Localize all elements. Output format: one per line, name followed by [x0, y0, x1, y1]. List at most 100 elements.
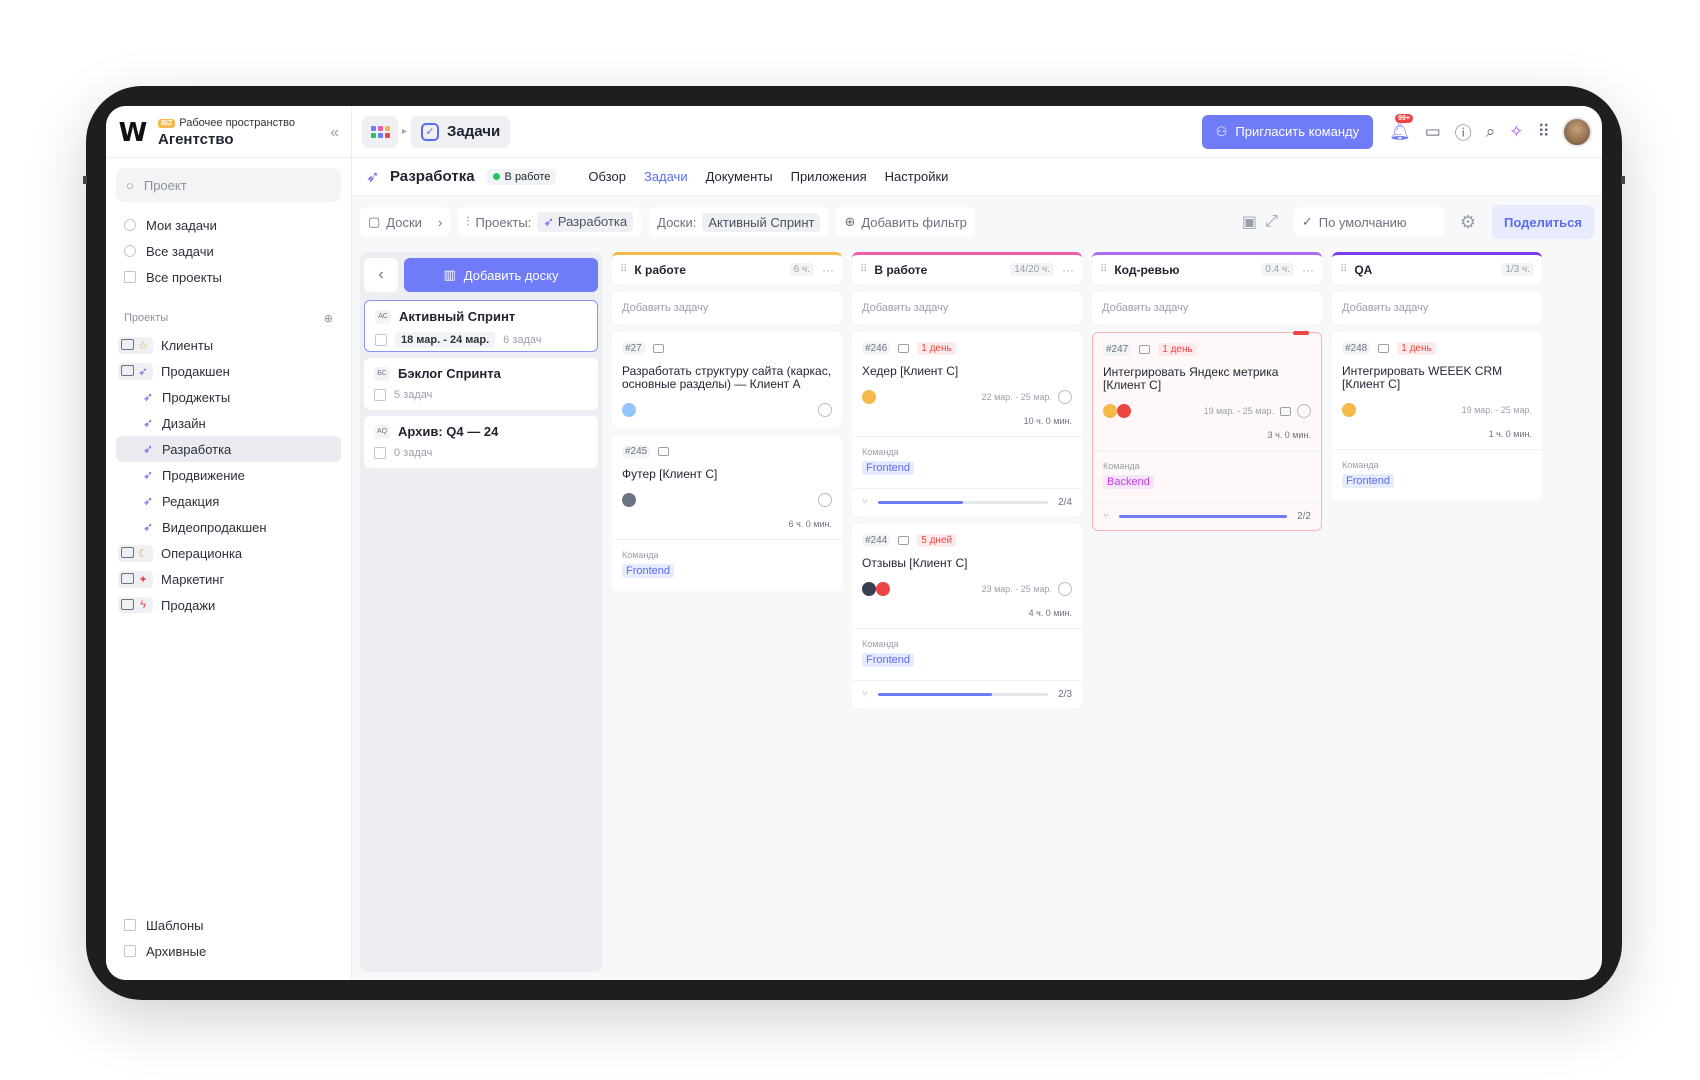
nav-my-tasks[interactable]: Мои задачи [106, 212, 351, 238]
tab-tasks[interactable]: Задачи [644, 169, 688, 184]
project-promotion[interactable]: ➶ Продвижение [106, 462, 351, 488]
fullscreen-icon[interactable]: ⤢ [1265, 213, 1278, 231]
settings-gear-icon[interactable]: ⚙ [1460, 212, 1476, 233]
add-task-button[interactable]: Добавить задачу [852, 292, 1082, 324]
tab-overview[interactable]: Обзор [588, 169, 626, 184]
task-card[interactable]: #244 5 дней Отзывы [Клиент С] 23 мар. - 2… [852, 524, 1082, 708]
nav-all-tasks[interactable]: Все задачи [106, 238, 351, 264]
project-header: ➶ Разработка В работе Обзор Задачи Докум… [352, 158, 1602, 196]
search-icon[interactable]: ⌕ [1486, 122, 1496, 142]
complete-checkbox[interactable] [1058, 390, 1072, 404]
help-icon[interactable]: ⓘ [1455, 119, 1472, 144]
complete-checkbox[interactable] [1058, 582, 1072, 596]
bell-icon[interactable]: 🔔︎ 99+ [1389, 113, 1413, 142]
more-icon[interactable]: ··· [1302, 263, 1314, 277]
column-name: К работе [634, 262, 686, 277]
project-video[interactable]: ➶ Видеопродакшен [106, 514, 351, 540]
nav-label: Все задачи [146, 243, 214, 259]
drag-handle-icon[interactable]: ⠿ [1100, 264, 1107, 275]
complete-checkbox[interactable] [1297, 404, 1311, 418]
board-card[interactable]: AQ Архив: Q4 — 24 0 задач [364, 416, 598, 468]
rocket-icon: ➶ [142, 520, 154, 534]
collapse-sidebar-icon[interactable]: « [330, 124, 339, 142]
tab-settings[interactable]: Настройки [885, 169, 949, 184]
more-icon[interactable]: ··· [822, 263, 834, 277]
folder-production[interactable]: ➶ Продакшен [106, 358, 351, 384]
add-task-button[interactable]: Добавить задачу [1332, 292, 1542, 324]
workspace-name: Агентство [158, 131, 234, 148]
nav-archived[interactable]: Архивные [106, 938, 351, 964]
team-tag: Frontend [1342, 474, 1395, 488]
add-filter-button[interactable]: ⊕ Добавить фильтр [836, 207, 975, 237]
task-card[interactable]: #27 Разработать структуру сайта (каркас,… [612, 332, 842, 427]
collapse-boards-button[interactable]: ‹ [364, 258, 398, 292]
tab-documents[interactable]: Документы [706, 169, 773, 184]
project-status-badge[interactable]: В работе [486, 168, 557, 185]
invite-team-button[interactable]: ⚇ Пригласить команду [1201, 114, 1374, 149]
kanban-column: ⠿ Код-ревью 0.4 ч. ··· Добавить задачу #247… [1092, 252, 1322, 972]
board-title: Бэклог Спринта [398, 366, 501, 381]
add-board-button[interactable]: ▥ Добавить доску [404, 258, 598, 292]
task-card[interactable]: #248 1 день Интегрировать WEEEK CRM [Клие… [1332, 332, 1542, 501]
folder-operations[interactable]: ☾ Операционка [106, 540, 351, 566]
apps-icon[interactable]: ⠿ [1538, 122, 1550, 142]
board-card[interactable]: БС Бэклог Спринта 5 задач [364, 358, 598, 410]
apps-grid-icon[interactable] [362, 115, 398, 148]
column-header[interactable]: ⠿ В работе 14/20 ч. ··· [852, 252, 1082, 284]
task-card[interactable]: #247 1 день Интегрировать Яндекс метрика … [1092, 331, 1322, 531]
add-task-button[interactable]: Добавить задачу [612, 292, 842, 324]
board-task-count: 6 задач [503, 334, 542, 346]
comment-icon [898, 536, 910, 545]
save-icon[interactable]: ▣ [1242, 212, 1257, 232]
status-label: В работе [504, 170, 551, 183]
folder-clients[interactable]: ☆ Клиенты [106, 332, 351, 358]
invite-label: Пригласить команду [1235, 124, 1360, 139]
folder-icon[interactable]: ▭ [1425, 122, 1441, 142]
project-editorial[interactable]: ➶ Редакция [106, 488, 351, 514]
nav-templates[interactable]: Шаблоны [106, 912, 351, 938]
calendar-icon [374, 389, 386, 401]
task-card[interactable]: #246 1 день Хедер [Клиент С] 22 мар. - 25… [852, 332, 1082, 516]
kanban-column: ⠿ В работе 14/20 ч. ··· Добавить задачу #24… [852, 252, 1082, 972]
boards-filter[interactable]: Доски: Активный Спринт [649, 207, 829, 237]
sort-select[interactable]: ✓ По умолчанию [1293, 207, 1444, 237]
board-card[interactable]: АС Активный Спринт 18 мар. - 24 мар. 6 зад… [364, 300, 598, 352]
more-icon[interactable]: ··· [1062, 263, 1074, 277]
project-projects[interactable]: ➶ Проджекты [106, 384, 351, 410]
team-label: Команда [862, 447, 899, 457]
nav-label: Шаблоны [146, 917, 204, 933]
column-header[interactable]: ⠿ К работе 6 ч. ··· [612, 252, 842, 284]
nav-all-projects[interactable]: Все проекты [106, 264, 351, 290]
workspace-header[interactable]: W BIZ Рабочее пространство Агентство « [106, 106, 351, 158]
projects-filter[interactable]: ⫶ Проекты: ➶ Разработка [458, 207, 642, 237]
ai-sparkle-icon[interactable]: ✧ [1509, 122, 1523, 142]
project-label: Редакция [162, 493, 220, 509]
column-header[interactable]: ⠿ Код-ревью 0.4 ч. ··· [1092, 252, 1322, 284]
moon-icon: ☾ [138, 547, 148, 560]
folder-sales[interactable]: ϟ Продажи [106, 592, 351, 618]
share-button[interactable]: Поделиться [1491, 205, 1594, 239]
rocket-icon: ➶ [138, 365, 148, 378]
boards-toggle[interactable]: ▢ Доски › [360, 207, 451, 237]
drag-handle-icon[interactable]: ⠿ [620, 264, 627, 275]
drag-handle-icon[interactable]: ⠿ [860, 264, 867, 275]
folder-marketing[interactable]: ✦ Маркетинг [106, 566, 351, 592]
calendar-icon [374, 447, 386, 459]
user-avatar[interactable] [1562, 116, 1592, 147]
add-task-button[interactable]: Добавить задачу [1092, 292, 1322, 324]
tasks-app-tab[interactable]: ✓ Задачи [411, 115, 511, 148]
drag-handle-icon[interactable]: ⠿ [1340, 264, 1347, 275]
project-development[interactable]: ➶ Разработка [116, 436, 341, 462]
project-label: Дизайн [162, 415, 206, 431]
tab-apps[interactable]: Приложения [791, 169, 867, 184]
complete-checkbox[interactable] [818, 493, 832, 507]
task-card[interactable]: #245 Футер [Клиент С] 6 ч. 0 мин. Команд… [612, 435, 842, 591]
column-hours: 1/3 ч. [1501, 263, 1534, 276]
due-badge: 5 дней [917, 534, 957, 547]
add-project-icon[interactable]: ⊕ [324, 312, 333, 325]
project-search-input[interactable]: ○ Проект [116, 168, 341, 202]
due-badge: 1 день [917, 342, 956, 355]
complete-checkbox[interactable] [818, 403, 832, 417]
column-header[interactable]: ⠿ QA 1/3 ч. [1332, 252, 1542, 284]
project-design[interactable]: ➶ Дизайн [106, 410, 351, 436]
